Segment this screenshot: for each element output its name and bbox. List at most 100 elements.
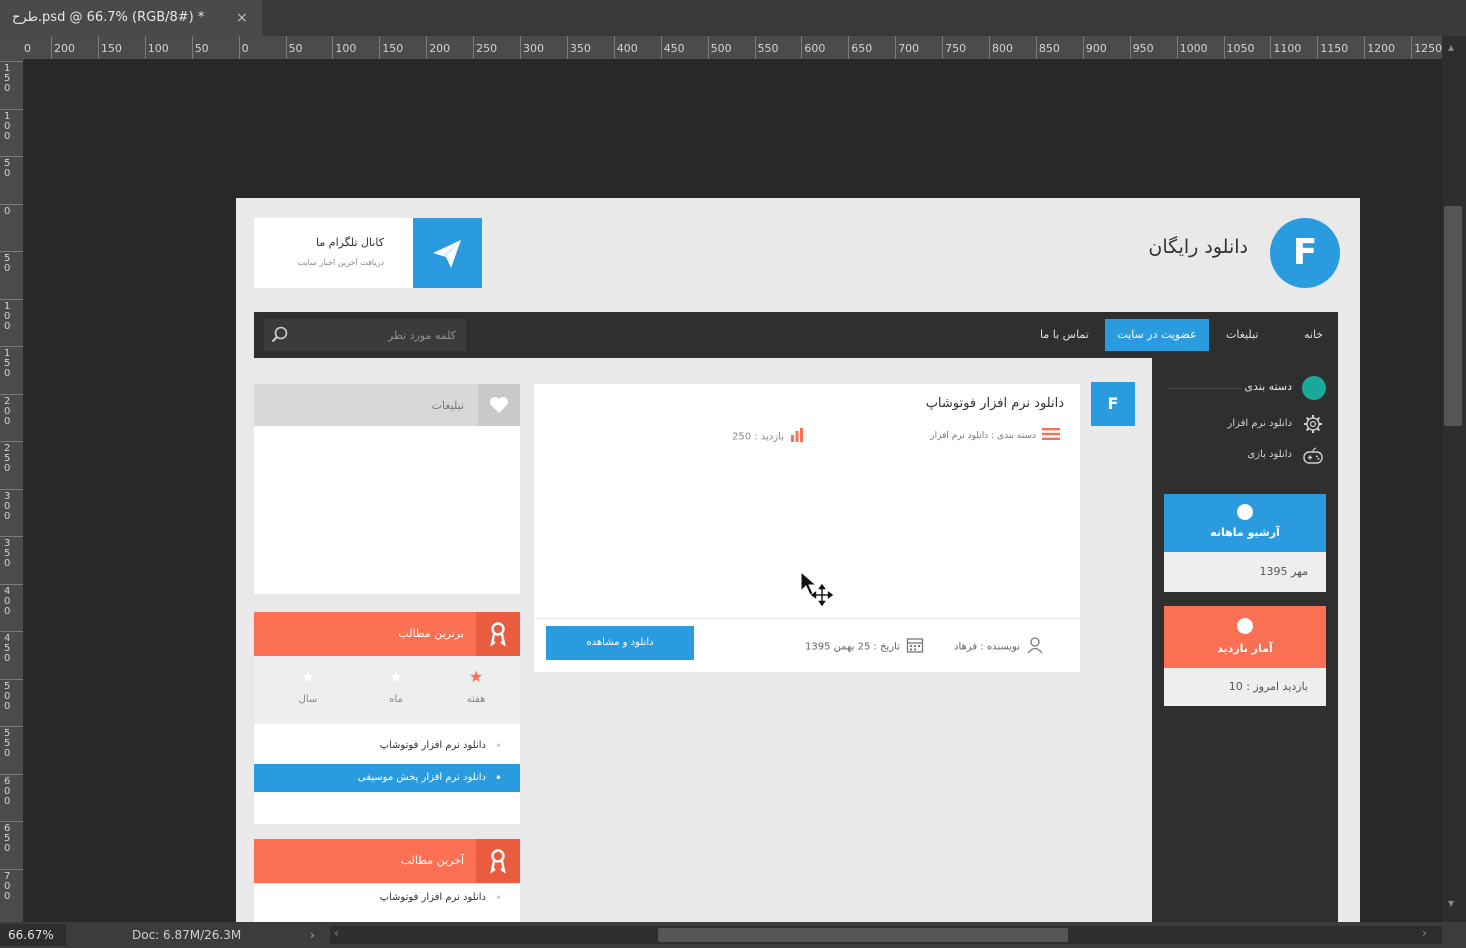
ruler-tick-label: 800 — [989, 36, 1013, 59]
ruler-tick-label: 100 — [0, 298, 23, 332]
horizontal-scroll-thumb[interactable] — [658, 928, 1068, 942]
ruler-tick-label: 0 — [0, 203, 23, 217]
nav-join-button[interactable]: عضویت در سایت — [1105, 319, 1209, 351]
ruler-tick-label: 650 — [848, 36, 873, 59]
download-view-button[interactable]: دانلود و مشاهده — [546, 626, 694, 660]
ruler-tick-label: 150 — [97, 36, 122, 59]
ruler-tick-label: 350 — [0, 536, 23, 569]
tab-year[interactable]: ★ سال — [278, 656, 338, 705]
ruler-tick-label: 1050 — [1223, 36, 1255, 59]
star-icon: ★ — [388, 667, 404, 686]
document-size-info[interactable]: Doc: 6.87M/26.3M — [132, 922, 241, 948]
ruler-tick-label: 600 — [801, 36, 826, 59]
ruler-tick-label: 150 — [379, 36, 404, 59]
ruler-tick-label: 600 — [0, 773, 23, 807]
close-tab-icon[interactable]: × — [236, 0, 248, 36]
award-icon — [476, 839, 520, 883]
ruler-tick-label: 950 — [1129, 36, 1154, 59]
ruler-tick-label: 200 — [426, 36, 451, 59]
ruler-tick-label: 100 — [332, 36, 357, 59]
category-divider — [1166, 388, 1242, 389]
list-item[interactable]: • دانلود نرم افزار فوتوشاپ — [254, 732, 520, 760]
vertical-scrollbar[interactable]: ▴ ▾ — [1442, 36, 1466, 922]
nav-home[interactable]: خانه — [1304, 312, 1323, 358]
ruler-tick-label: 550 — [0, 726, 23, 759]
ruler-tick-label: 50 — [285, 36, 303, 59]
document-tab[interactable]: طرح.psd @ 66.7% (RGB/8#) * × — [0, 0, 262, 36]
post-views: بازدید : 250 — [694, 428, 804, 445]
tab-month[interactable]: ★ ماه — [366, 656, 426, 705]
search-input[interactable] — [298, 325, 456, 345]
ads-widget: تبلیغات — [254, 384, 520, 594]
archive-value[interactable]: مهر 1395 — [1164, 552, 1326, 592]
nav-contact[interactable]: تماس با ما — [1040, 312, 1089, 358]
telegram-icon — [413, 218, 482, 288]
ruler-tick-label: 50 — [0, 251, 23, 274]
scroll-left-icon[interactable]: ‹ — [334, 926, 339, 940]
archive-dot-icon — [1237, 504, 1253, 520]
top-posts-header: برترین مطالب — [254, 612, 520, 656]
ruler-tick-label: 850 — [1035, 36, 1060, 59]
ruler-tick-label: 450 — [660, 36, 685, 59]
tab-week-label: هفته — [466, 694, 486, 705]
ruler-tick-label: 0 — [24, 42, 31, 55]
horizontal-ruler[interactable]: 0 200 150 100 50 0 50 100 150 200 250 300 350 400 450 5… — [24, 36, 1442, 60]
ruler-tick-label: 50 — [191, 36, 209, 59]
move-cursor-icon — [800, 570, 840, 610]
latest-posts-list: • دانلود نرم افزار فوتوشاپ — [254, 884, 520, 922]
stats-value: بازدید امروز : 10 — [1164, 668, 1326, 706]
site-logo[interactable]: F — [1270, 218, 1340, 288]
post-date-text: تاریخ : 25 بهمن 1395 — [805, 641, 900, 653]
post-author-text: نویسنده : فرهاد — [954, 641, 1020, 653]
list-item[interactable]: • دانلود نرم افزار فوتوشاپ — [254, 884, 520, 912]
search-icon[interactable] — [270, 325, 290, 345]
ruler-tick-label: 150 — [0, 61, 23, 94]
ruler-tick-label: 250 — [0, 441, 23, 474]
ruler-tick-label: 700 — [895, 36, 920, 59]
post-date: تاریخ : 25 بهمن 1395 — [774, 636, 924, 657]
ruler-tick-label: 1100 — [1270, 36, 1302, 59]
chevron-right-icon[interactable]: › — [310, 922, 315, 948]
list-item-active[interactable]: • دانلود نرم افزار پخش موسیقی — [254, 764, 520, 792]
post-title[interactable]: دانلود نرم افزار فوتوشاپ — [734, 396, 1064, 411]
heart-icon — [478, 384, 520, 426]
archive-widget: آرشیو ماهانه مهر 1395 — [1164, 494, 1326, 594]
search-box — [264, 319, 466, 351]
document-tab-title: طرح.psd @ 66.7% (RGB/8#) * — [12, 10, 205, 25]
gamepad-icon — [1302, 445, 1324, 467]
sidebar-item-software[interactable]: دانلود نرم افزار — [1172, 418, 1292, 429]
archive-title: آرشیو ماهانه — [1210, 526, 1280, 539]
ruler-tick-label: 350 — [566, 36, 591, 59]
ruler-tick-label: 400 — [0, 583, 23, 617]
ruler-tick-label: 100 — [0, 108, 23, 142]
zoom-level-field[interactable]: 66.67% — [0, 924, 66, 946]
main-navbar: خانه تبلیغات عضویت در سایت تماس با ما — [254, 312, 1338, 358]
top-posts-list: • دانلود نرم افزار فوتوشاپ • دانلود نرم اف… — [254, 724, 520, 824]
ruler-tick-label: 450 — [0, 631, 23, 664]
vertical-ruler[interactable]: 150 100 50 0 50 100 150 200 250 300 350 400 450 500 55… — [0, 60, 24, 922]
post-category-text: دسته بندی : دانلود نرم افزار — [930, 431, 1036, 441]
ruler-tick-label: 150 — [0, 346, 23, 379]
latest-posts-title: آخرین مطالب — [400, 854, 464, 867]
nav-ads[interactable]: تبلیغات — [1226, 312, 1258, 358]
scroll-right-icon[interactable]: › — [1422, 926, 1427, 940]
ruler-tick-label: 900 — [1082, 36, 1107, 59]
category-dot-icon — [1302, 376, 1326, 400]
scroll-down-icon[interactable]: ▾ — [1448, 896, 1454, 910]
calendar-icon — [906, 636, 924, 657]
horizontal-scrollbar[interactable]: ‹ › — [330, 926, 1442, 944]
site-title: دانلود رایگان — [1148, 236, 1248, 258]
scroll-up-icon[interactable]: ▴ — [1448, 40, 1454, 54]
ruler-tick-label: 300 — [520, 36, 544, 59]
sidebar-item-games[interactable]: دانلود بازی — [1172, 449, 1292, 460]
bar-chart-icon — [790, 428, 804, 445]
stats-dot-icon — [1237, 618, 1253, 634]
top-posts-tabs: ★ هفته ★ ماه ★ سال — [254, 656, 520, 724]
tab-week[interactable]: ★ هفته — [446, 656, 506, 705]
tab-month-label: ماه — [389, 694, 403, 705]
post-card: دانلود نرم افزار فوتوشاپ دسته بندی : دان… — [534, 384, 1080, 672]
ruler-tick-label: 200 — [51, 36, 75, 59]
vertical-scroll-thumb[interactable] — [1444, 206, 1462, 426]
telegram-banner[interactable]: کانال تلگرام ما دریافت آخرین اخبار سایت — [254, 218, 482, 288]
ruler-tick-label: 300 — [0, 488, 23, 522]
